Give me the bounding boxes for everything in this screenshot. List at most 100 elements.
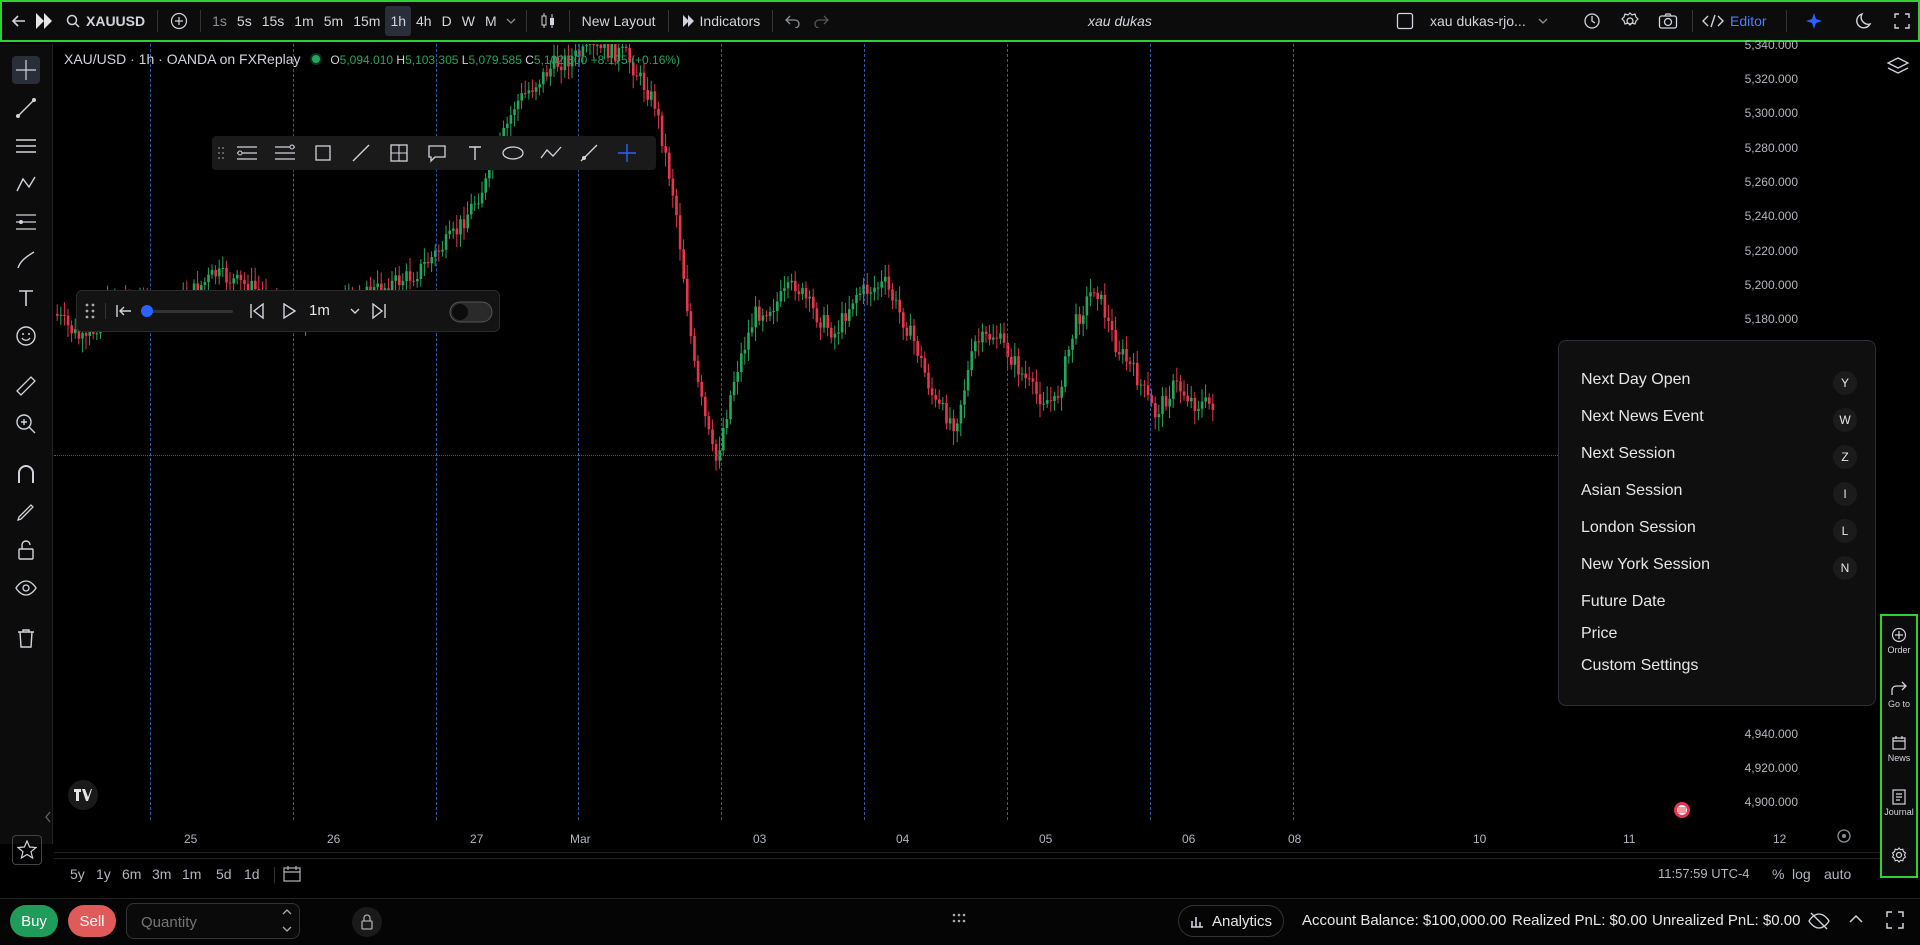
line-icon[interactable] bbox=[348, 141, 374, 165]
menu-item-new-york-session[interactable]: New York Session bbox=[1581, 556, 1710, 574]
path-icon[interactable] bbox=[538, 141, 564, 165]
sell-button[interactable]: Sell bbox=[68, 905, 116, 937]
clock[interactable]: 11:57:59 UTC-4 bbox=[1658, 866, 1750, 881]
ruler-icon[interactable] bbox=[12, 372, 40, 400]
news-button[interactable]: News bbox=[1882, 724, 1916, 774]
play-icon[interactable] bbox=[281, 302, 297, 320]
calendar-range-icon[interactable] bbox=[282, 865, 302, 883]
symbol-search[interactable]: XAUUSD bbox=[60, 6, 151, 36]
range-1d[interactable]: 1d bbox=[244, 866, 260, 882]
horizontal-lines-icon[interactable] bbox=[12, 132, 40, 160]
brush-icon[interactable] bbox=[12, 246, 40, 274]
range-1m[interactable]: 1m bbox=[182, 866, 201, 882]
measure-icon[interactable] bbox=[576, 141, 602, 165]
chevron-down-icon[interactable] bbox=[349, 306, 361, 316]
zoom-in-icon[interactable] bbox=[12, 410, 40, 438]
drag-handle-icon[interactable] bbox=[214, 141, 228, 165]
eye-off-icon[interactable] bbox=[1808, 911, 1830, 931]
back-arrow-icon[interactable] bbox=[2, 6, 30, 36]
expand-icon[interactable] bbox=[1886, 911, 1904, 929]
fib-icon[interactable] bbox=[12, 208, 40, 236]
camera-icon[interactable] bbox=[1652, 6, 1684, 36]
quantity-input[interactable] bbox=[139, 910, 273, 934]
menu-item-custom-settings[interactable]: Custom Settings bbox=[1581, 657, 1698, 675]
range-3m[interactable]: 3m bbox=[152, 866, 171, 882]
log-toggle[interactable]: log bbox=[1792, 866, 1811, 882]
add-symbol-icon[interactable] bbox=[164, 6, 194, 36]
account-selector[interactable]: xau dukas-rjo... bbox=[1390, 6, 1554, 36]
menu-item-asian-session[interactable]: Asian Session bbox=[1581, 482, 1682, 500]
auto-toggle[interactable]: auto bbox=[1824, 866, 1851, 882]
increment-icon[interactable] bbox=[281, 907, 293, 917]
pencil-lock-icon[interactable] bbox=[12, 498, 40, 526]
emoji-icon[interactable] bbox=[12, 322, 40, 350]
replay-toggle[interactable] bbox=[449, 301, 493, 323]
menu-item-london-session[interactable]: London Session bbox=[1581, 519, 1696, 537]
timeframe-1h[interactable]: 1h bbox=[385, 6, 412, 36]
menu-item-next-session[interactable]: Next Session bbox=[1581, 445, 1675, 463]
range-6m[interactable]: 6m bbox=[122, 866, 141, 882]
eye-icon[interactable] bbox=[12, 574, 40, 602]
candle-type-icon[interactable] bbox=[533, 6, 563, 36]
range-5y[interactable]: 5y bbox=[70, 866, 85, 882]
analytics-button[interactable]: Analytics bbox=[1178, 905, 1284, 937]
jump-to-start-icon[interactable] bbox=[115, 303, 133, 319]
indicators-button[interactable]: Indicators bbox=[675, 6, 767, 36]
replay-progress-track[interactable] bbox=[143, 310, 233, 313]
drag-handle-icon[interactable] bbox=[952, 913, 966, 923]
text-icon[interactable] bbox=[462, 141, 488, 165]
redo-icon[interactable] bbox=[807, 6, 835, 36]
tradingview-logo-icon[interactable] bbox=[68, 780, 98, 810]
chart-settings-icon[interactable] bbox=[1836, 828, 1852, 844]
fib-retracement-icon[interactable] bbox=[272, 141, 298, 165]
timeframe-15s[interactable]: 15s bbox=[257, 6, 290, 36]
text-tool-icon[interactable] bbox=[12, 284, 40, 312]
timeframe-d[interactable]: D bbox=[437, 6, 457, 36]
replay-speed[interactable]: 1m bbox=[309, 302, 330, 319]
pattern-icon[interactable] bbox=[12, 170, 40, 198]
settings-icon[interactable] bbox=[1614, 6, 1646, 36]
lock-order-icon[interactable] bbox=[352, 907, 382, 937]
range-5d[interactable]: 5d bbox=[216, 866, 232, 882]
callout-icon[interactable] bbox=[424, 141, 450, 165]
timeframe-w[interactable]: W bbox=[457, 6, 480, 36]
timeframe-15m[interactable]: 15m bbox=[348, 6, 385, 36]
timeframe-1s[interactable]: 1s bbox=[207, 6, 232, 36]
timeframe-m[interactable]: M bbox=[480, 6, 502, 36]
magnet-icon[interactable] bbox=[12, 460, 40, 488]
checkbox-icon[interactable] bbox=[1396, 12, 1414, 30]
layers-icon[interactable] bbox=[1886, 56, 1910, 78]
menu-item-next-news-event[interactable]: Next News Event bbox=[1581, 408, 1704, 426]
drag-handle-icon[interactable] bbox=[85, 303, 95, 319]
layout-name[interactable]: xau dukas bbox=[1082, 6, 1158, 36]
fullscreen-icon[interactable] bbox=[1888, 6, 1916, 36]
percent-toggle[interactable]: % bbox=[1772, 866, 1784, 882]
panel-settings-button[interactable] bbox=[1882, 830, 1916, 880]
crosshair-tool-icon[interactable] bbox=[614, 141, 640, 165]
position-icon[interactable] bbox=[386, 141, 412, 165]
chevron-down-icon[interactable] bbox=[502, 6, 520, 36]
step-forward-icon[interactable] bbox=[371, 302, 387, 320]
price-chart[interactable]: XAU/USD · 1h · OANDA on FXReplay O5,094.… bbox=[54, 38, 1851, 843]
new-layout-button[interactable]: New Layout bbox=[576, 6, 662, 36]
replay-progress-handle[interactable] bbox=[141, 305, 153, 317]
journal-button[interactable]: Journal bbox=[1882, 778, 1916, 828]
timeframe-5m[interactable]: 5m bbox=[319, 6, 348, 36]
range-1y[interactable]: 1y bbox=[96, 866, 111, 882]
favorites-star-icon[interactable] bbox=[12, 835, 42, 865]
lock-icon[interactable] bbox=[12, 536, 40, 564]
sparkle-icon[interactable] bbox=[1798, 6, 1830, 36]
goto-button[interactable]: Go to bbox=[1882, 670, 1916, 720]
decrement-icon[interactable] bbox=[281, 924, 293, 934]
timeframe-4h[interactable]: 4h bbox=[411, 6, 437, 36]
buy-button[interactable]: Buy bbox=[10, 905, 58, 937]
parallel-channel-icon[interactable] bbox=[234, 141, 260, 165]
trash-icon[interactable] bbox=[12, 624, 40, 652]
menu-item-price[interactable]: Price bbox=[1581, 625, 1617, 643]
ellipse-icon[interactable] bbox=[500, 141, 526, 165]
menu-item-future-date[interactable]: Future Date bbox=[1581, 593, 1665, 611]
timeframe-1m[interactable]: 1m bbox=[289, 6, 318, 36]
timeframe-5s[interactable]: 5s bbox=[232, 6, 257, 36]
undo-icon[interactable] bbox=[779, 6, 807, 36]
order-button[interactable]: Order bbox=[1882, 616, 1916, 666]
